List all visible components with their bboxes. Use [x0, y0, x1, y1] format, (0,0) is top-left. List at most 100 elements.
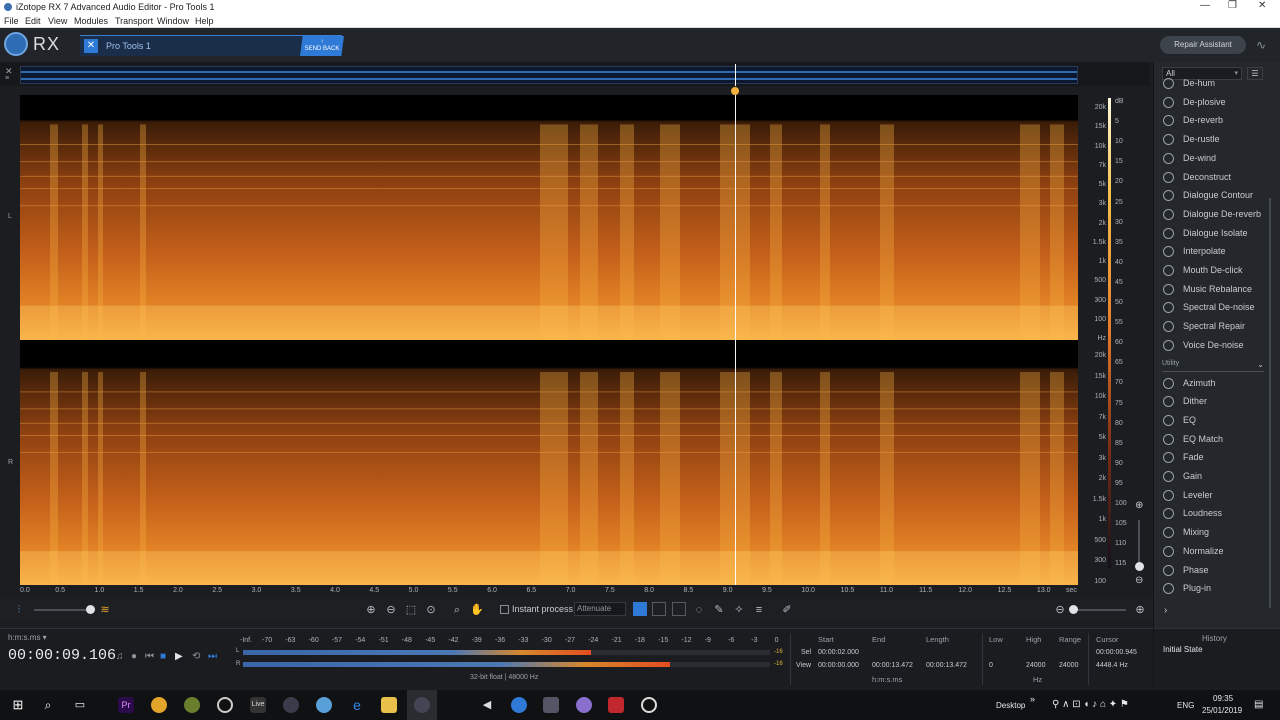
- playhead-line[interactable]: [735, 95, 737, 585]
- repair-assistant-button[interactable]: Repair Assistant: [1160, 36, 1246, 54]
- horizontal-zoom-slider[interactable]: [1070, 609, 1126, 611]
- minimize-button[interactable]: —: [1200, 0, 1210, 11]
- module-fade[interactable]: Fade: [1154, 450, 1266, 468]
- time-format-select[interactable]: h:m:s.ms ▾: [8, 633, 47, 642]
- brush-icon[interactable]: ✎: [712, 603, 726, 617]
- module-de-hum[interactable]: De-hum: [1154, 76, 1266, 94]
- vertical-zoom-slider[interactable]: [1138, 520, 1140, 562]
- tray-icons[interactable]: ⚲ ∧ ⊡ ◖ ♪ ⌂ ✦ ⚑: [1052, 699, 1129, 710]
- clock-time[interactable]: 09:35: [1213, 694, 1233, 703]
- module-interpolate[interactable]: Interpolate: [1154, 244, 1266, 262]
- app-icon[interactable]: ◀: [479, 697, 495, 713]
- menu-edit[interactable]: Edit: [25, 16, 41, 26]
- headphones-icon[interactable]: ♫: [116, 651, 124, 662]
- app-icon[interactable]: [608, 697, 624, 713]
- chrome-icon[interactable]: [151, 697, 167, 713]
- search-icon[interactable]: ⌕: [40, 697, 56, 713]
- premiere-icon[interactable]: Pr: [118, 697, 134, 713]
- rewind-button[interactable]: ⏮: [145, 651, 154, 662]
- zoom-out-vertical-icon[interactable]: ⊖: [1135, 575, 1143, 586]
- maximize-button[interactable]: ❐: [1228, 0, 1237, 11]
- category-utility[interactable]: Utility ⌄: [1162, 360, 1264, 372]
- opacity-slider[interactable]: [34, 609, 90, 611]
- zoom-in-icon[interactable]: ⊕: [364, 603, 378, 617]
- app-icon[interactable]: [283, 697, 299, 713]
- menu-window[interactable]: Window: [157, 16, 189, 26]
- sidebar-scrollbar[interactable]: [1269, 198, 1271, 608]
- magnify-icon[interactable]: ⌕: [450, 603, 464, 617]
- module-azimuth[interactable]: Azimuth: [1154, 376, 1266, 394]
- freq-high-value[interactable]: 24000: [1026, 662, 1045, 669]
- module-mixing[interactable]: Mixing: [1154, 525, 1266, 543]
- playhead-marker[interactable]: [731, 87, 740, 95]
- module-de-rustle[interactable]: De-rustle: [1154, 132, 1266, 150]
- app-icon[interactable]: [217, 697, 233, 713]
- harmonic-select-icon[interactable]: ≡: [752, 603, 766, 617]
- task-view-icon[interactable]: ▭: [72, 697, 88, 713]
- zoom-out-icon[interactable]: ⊖: [384, 603, 398, 617]
- module-de-reverb[interactable]: De-reverb: [1154, 113, 1266, 131]
- instant-process-checkbox[interactable]: [500, 605, 509, 614]
- module-deconstruct[interactable]: Deconstruct: [1154, 170, 1266, 188]
- module-de-plosive[interactable]: De-plosive: [1154, 95, 1266, 113]
- time-selection-tool[interactable]: [633, 602, 647, 616]
- stop-button[interactable]: ■: [160, 651, 166, 662]
- module-loudness[interactable]: Loudness: [1154, 506, 1266, 524]
- module-mouth-de-click[interactable]: Mouth De-click: [1154, 263, 1266, 281]
- waveform-spectrogram-icon[interactable]: ⫶: [12, 603, 26, 617]
- loop-button[interactable]: ⟲: [192, 651, 200, 662]
- module-spectral-repair[interactable]: Spectral Repair: [1154, 319, 1266, 337]
- attenuate-select[interactable]: Attenuate: [574, 602, 626, 616]
- module-dialogue-contour[interactable]: Dialogue Contour: [1154, 188, 1266, 206]
- zoom-out-horizontal-icon[interactable]: ⊖: [1053, 603, 1067, 617]
- pencil-tool-icon[interactable]: ✐: [780, 603, 794, 617]
- menu-modules[interactable]: Modules: [74, 16, 108, 26]
- file-explorer-icon[interactable]: [381, 697, 397, 713]
- chevron-icon[interactable]: »: [1030, 694, 1035, 704]
- zoom-in-vertical-icon[interactable]: ⊕: [1135, 500, 1143, 511]
- menu-view[interactable]: View: [48, 16, 67, 26]
- zoom-fit-icon[interactable]: ⊙: [424, 603, 438, 617]
- module-dither[interactable]: Dither: [1154, 394, 1266, 412]
- module-gain[interactable]: Gain: [1154, 469, 1266, 487]
- view-end-value[interactable]: 00:00:13.472: [872, 662, 913, 669]
- module-voice-de-noise[interactable]: Voice De-noise: [1154, 338, 1266, 356]
- spectrogram-settings-icon[interactable]: ≋: [98, 603, 112, 617]
- module-music-rebalance[interactable]: Music Rebalance: [1154, 282, 1266, 300]
- spectrogram-channel-left[interactable]: [20, 95, 1078, 340]
- rect-selection-tool[interactable]: [652, 602, 666, 616]
- view-length-value[interactable]: 00:00:13.472: [926, 662, 967, 669]
- module-eq-match[interactable]: EQ Match: [1154, 432, 1266, 450]
- app-icon[interactable]: [316, 697, 332, 713]
- menu-transport[interactable]: Transport: [115, 16, 153, 26]
- module-dialogue-de-reverb[interactable]: Dialogue De-reverb: [1154, 207, 1266, 225]
- history-item-initial[interactable]: Initial State: [1163, 645, 1203, 654]
- view-start-value[interactable]: 00:00:00.000: [818, 662, 859, 669]
- opacity-slider-knob[interactable]: [86, 605, 95, 614]
- edge-icon[interactable]: e: [349, 697, 365, 713]
- magic-wand-icon[interactable]: ✧: [732, 603, 746, 617]
- hand-icon[interactable]: ✋: [470, 603, 484, 617]
- close-button[interactable]: ✕: [1258, 0, 1266, 11]
- chevron-right-icon[interactable]: ›: [1164, 605, 1167, 616]
- ableton-live-icon[interactable]: Live: [250, 697, 266, 713]
- module-phase[interactable]: Phase: [1154, 563, 1266, 581]
- expand-icon[interactable]: ≡: [5, 75, 9, 82]
- app-icon[interactable]: [576, 697, 592, 713]
- app-icon[interactable]: [511, 697, 527, 713]
- app-icon[interactable]: [543, 697, 559, 713]
- spectrogram-channel-right[interactable]: [20, 343, 1078, 585]
- izotope-rx-icon[interactable]: [414, 697, 430, 713]
- module-eq[interactable]: EQ: [1154, 413, 1266, 431]
- zoom-in-horizontal-icon[interactable]: ⊕: [1133, 603, 1147, 617]
- windows-start-icon[interactable]: ⊞: [10, 697, 26, 713]
- play-to-end-button[interactable]: ⏭: [208, 651, 217, 662]
- module-plug-in[interactable]: Plug-in: [1154, 581, 1266, 599]
- app-icon[interactable]: [641, 697, 657, 713]
- menu-help[interactable]: Help: [195, 16, 214, 26]
- menu-file[interactable]: File: [4, 16, 19, 26]
- freq-low-value[interactable]: 0: [989, 662, 993, 669]
- overview-waveform[interactable]: [20, 66, 1078, 84]
- module-normalize[interactable]: Normalize: [1154, 544, 1266, 562]
- sel-start-value[interactable]: 00:00:02.000: [818, 649, 859, 656]
